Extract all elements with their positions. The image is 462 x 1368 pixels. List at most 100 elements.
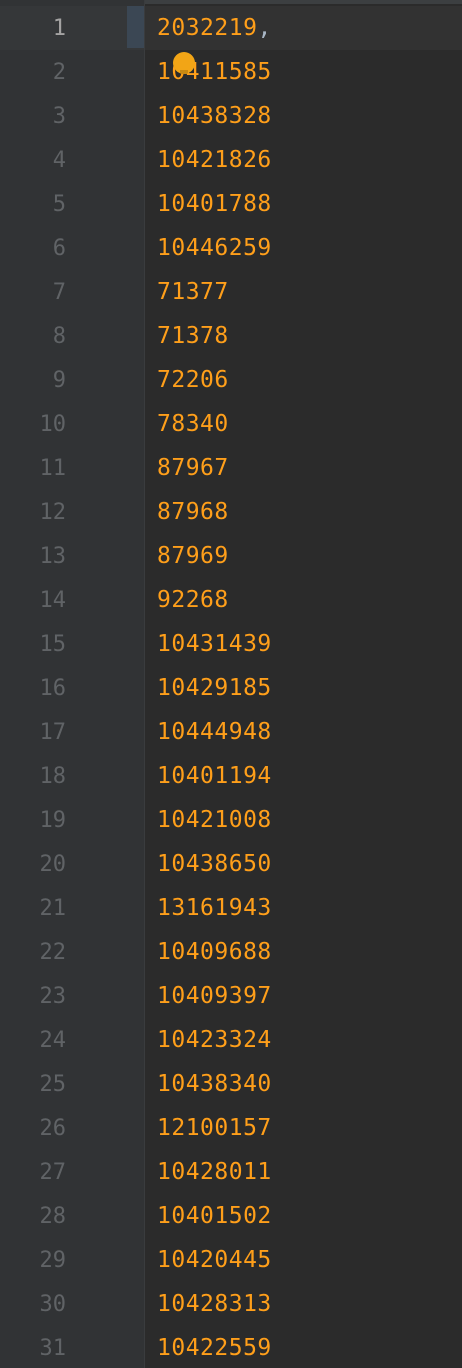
line-number: 5 (52, 191, 66, 217)
number-literal[interactable]: 10438328 (157, 103, 272, 129)
code-line[interactable]: 14 92268 (0, 578, 462, 622)
number-literal[interactable]: 10444948 (157, 719, 272, 745)
number-literal[interactable]: 10420445 (157, 1247, 272, 1273)
code-line[interactable]: 12 87968 (0, 490, 462, 534)
line-number: 1 (52, 15, 66, 41)
number-literal[interactable]: 10421826 (157, 147, 272, 173)
number-literal[interactable]: 78340 (157, 411, 229, 437)
number-literal[interactable]: 10429185 (157, 675, 272, 701)
number-literal[interactable]: 87967 (157, 455, 229, 481)
code-line[interactable]: 16 10429185 (0, 666, 462, 710)
number-literal[interactable]: 12100157 (157, 1115, 272, 1141)
lightbulb-icon[interactable] (173, 52, 195, 74)
comma-punctuation: , (257, 15, 272, 41)
code-line[interactable]: 19 10421008 (0, 798, 462, 842)
code-line[interactable]: 22 10409688 (0, 930, 462, 974)
number-literal-value: 10409397 (157, 983, 272, 1009)
code-line[interactable]: 30 10428313 (0, 1282, 462, 1326)
number-literal[interactable]: 10409397 (157, 983, 272, 1009)
code-line[interactable]: 31 10422559 (0, 1326, 462, 1368)
code-line[interactable]: 17 10444948 (0, 710, 462, 754)
number-literal[interactable]: 10401788 (157, 191, 272, 217)
code-line[interactable]: 13 87969 (0, 534, 462, 578)
number-literal[interactable]: 10428011 (157, 1159, 272, 1185)
line-number: 18 (39, 763, 67, 789)
code-line[interactable]: 26 12100157 (0, 1106, 462, 1150)
number-literal-value: 10429185 (157, 675, 272, 701)
number-literal[interactable]: 10431439 (157, 631, 272, 657)
number-literal[interactable]: 10422559 (157, 1335, 272, 1361)
number-literal[interactable]: 10423324 (157, 1027, 272, 1053)
code-line[interactable]: 24 10423324 (0, 1018, 462, 1062)
number-literal[interactable]: 10421008 (157, 807, 272, 833)
code-line[interactable]: 6 10446259 (0, 226, 462, 270)
number-literal-value: 87967 (157, 455, 229, 481)
number-literal-value: 78340 (157, 411, 229, 437)
line-number: 20 (39, 851, 67, 877)
number-literal[interactable]: 71377 (157, 279, 229, 305)
code-line[interactable]: 4 10421826 (0, 138, 462, 182)
line-number: 21 (39, 895, 67, 921)
code-line[interactable]: 23 10409397 (0, 974, 462, 1018)
code-line[interactable]: 20 10438650 (0, 842, 462, 886)
number-literal[interactable]: 92268 (157, 587, 229, 613)
code-line[interactable]: 28 10401502 (0, 1194, 462, 1238)
line-number: 13 (39, 543, 67, 569)
line-number: 19 (39, 807, 67, 833)
code-line[interactable]: 1 2032219, (0, 6, 462, 50)
number-literal-value: 10446259 (157, 235, 272, 261)
code-line[interactable]: 25 10438340 (0, 1062, 462, 1106)
number-literal[interactable]: 13161943 (157, 895, 272, 921)
number-literal-value: 12100157 (157, 1115, 272, 1141)
number-literal[interactable]: 10401502 (157, 1203, 272, 1229)
code-line[interactable]: 7 71377 (0, 270, 462, 314)
line-number: 7 (52, 279, 66, 305)
code-line[interactable]: 5 10401788 (0, 182, 462, 226)
number-literal[interactable]: 87968 (157, 499, 229, 525)
number-literal-value: 10401788 (157, 191, 272, 217)
line-number: 30 (39, 1291, 67, 1317)
number-literal-value: 71378 (157, 323, 229, 349)
code-line[interactable]: 9 72206 (0, 358, 462, 402)
line-number: 16 (39, 675, 67, 701)
line-number: 24 (39, 1027, 67, 1053)
number-literal[interactable]: 10401194 (157, 763, 272, 789)
code-line[interactable]: 15 10431439 (0, 622, 462, 666)
code-editor[interactable]: 1 2032219, 2 10411585 3 10438328 4 10421826 5 104… (0, 0, 462, 1368)
code-line[interactable]: 10 78340 (0, 402, 462, 446)
code-lines[interactable]: 1 2032219, 2 10411585 3 10438328 4 10421826 5 104… (0, 6, 462, 1368)
number-literal-value: 2032219 (157, 15, 258, 41)
number-literal-value: 10409688 (157, 939, 272, 965)
code-line[interactable]: 3 10438328 (0, 94, 462, 138)
number-literal-value: 10438650 (157, 851, 272, 877)
number-literal-value: 10428011 (157, 1159, 272, 1185)
number-literal-value: 87969 (157, 543, 229, 569)
number-literal-value: 10423324 (157, 1027, 272, 1053)
number-literal[interactable]: 72206 (157, 367, 229, 393)
line-number: 9 (52, 367, 66, 393)
code-line[interactable]: 8 71378 (0, 314, 462, 358)
number-literal[interactable]: 10446259 (157, 235, 272, 261)
number-literal-value: 10421826 (157, 147, 272, 173)
code-line[interactable]: 27 10428011 (0, 1150, 462, 1194)
line-number: 2 (52, 59, 66, 85)
number-literal[interactable]: 2032219, (157, 15, 272, 41)
line-number: 6 (52, 235, 66, 261)
line-number: 31 (39, 1335, 67, 1361)
code-line[interactable]: 11 87967 (0, 446, 462, 490)
number-literal-value: 92268 (157, 587, 229, 613)
code-line[interactable]: 2 10411585 (0, 50, 462, 94)
code-line[interactable]: 21 13161943 (0, 886, 462, 930)
number-literal[interactable]: 71378 (157, 323, 229, 349)
number-literal[interactable]: 10438650 (157, 851, 272, 877)
number-literal[interactable]: 10409688 (157, 939, 272, 965)
number-literal[interactable]: 10438340 (157, 1071, 272, 1097)
number-literal-value: 72206 (157, 367, 229, 393)
line-number: 17 (39, 719, 67, 745)
line-number: 4 (52, 147, 66, 173)
line-number: 26 (39, 1115, 67, 1141)
number-literal[interactable]: 87969 (157, 543, 229, 569)
code-line[interactable]: 18 10401194 (0, 754, 462, 798)
number-literal[interactable]: 10428313 (157, 1291, 272, 1317)
code-line[interactable]: 29 10420445 (0, 1238, 462, 1282)
